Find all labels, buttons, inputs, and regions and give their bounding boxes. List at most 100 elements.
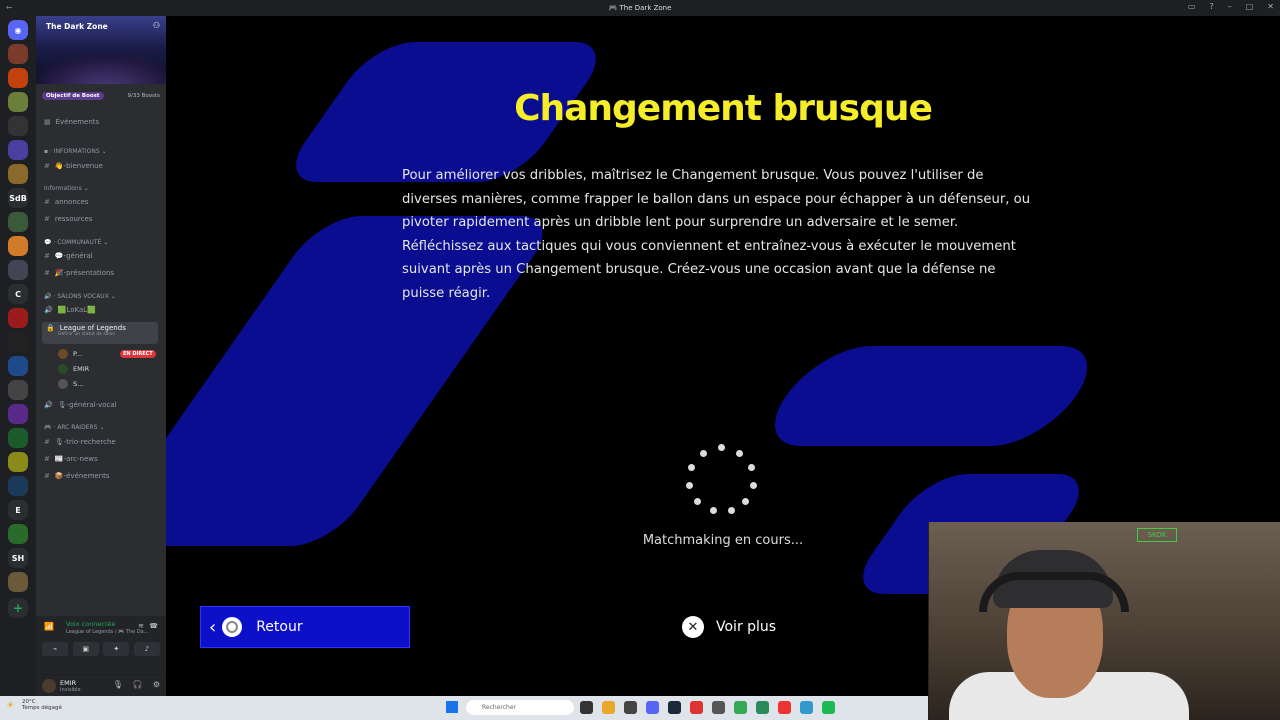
help-icon[interactable]: ? (1209, 2, 1213, 11)
server-icon[interactable] (8, 380, 28, 400)
windows-start-icon[interactable] (446, 701, 458, 713)
app-icon[interactable] (712, 701, 725, 714)
banner-art (36, 50, 166, 84)
steam-icon[interactable] (668, 701, 681, 714)
server-icon[interactable] (8, 164, 28, 184)
channel-general[interactable]: # 💬-général (44, 252, 93, 260)
task-view-icon[interactable] (580, 701, 593, 714)
voice-channel-lokal[interactable]: 🔊 🟩LoKaL🟩 (44, 306, 96, 314)
voice-channel-name[interactable]: League of Legends / 🎮 The Da... (66, 629, 148, 635)
server-icon[interactable] (8, 236, 28, 256)
minimize-icon[interactable]: – (1228, 2, 1232, 11)
weather-icon[interactable]: ☀ (6, 701, 14, 711)
server-banner[interactable]: The Dark Zone ⚇ (36, 16, 166, 84)
hash-icon: # (44, 162, 50, 170)
see-more-button[interactable]: ✕ Voir plus (682, 616, 776, 638)
app-icon[interactable] (756, 701, 769, 714)
events-link[interactable]: ▦ Événements (44, 118, 99, 126)
voice-user[interactable]: EMIR (58, 364, 89, 374)
neon-sign: SKOK (1137, 528, 1177, 542)
server-icon[interactable]: C (8, 284, 28, 304)
channel-label: 📦-événements (54, 472, 110, 480)
channel-annonces[interactable]: # annonces (44, 198, 89, 206)
back-button[interactable]: ‹ Retour (200, 606, 410, 648)
boost-goal[interactable]: Objectif de Boost 9/33 Boosts (42, 90, 160, 102)
weather-widget[interactable]: 20°C Temps dégagé (22, 699, 62, 711)
server-icon[interactable] (8, 116, 28, 136)
camera-button[interactable]: ⌁ (42, 642, 68, 656)
close-icon[interactable]: ✕ (1267, 2, 1274, 11)
server-icon[interactable] (8, 428, 28, 448)
headphones-icon[interactable]: 🎧 (133, 680, 143, 689)
channel-label: ressources (54, 215, 93, 223)
category-informations[interactable]: ▪ · INFORMATIONS ⌄ (44, 148, 107, 155)
disconnect-icon[interactable]: ☎ (149, 622, 158, 630)
channel-trio-recherche[interactable]: # 🎙-trio-recherche (44, 438, 116, 446)
server-icon[interactable] (8, 524, 28, 544)
back-icon[interactable]: ← (6, 3, 13, 12)
server-name[interactable]: The Dark Zone (46, 22, 108, 31)
app-icon[interactable] (778, 701, 791, 714)
microphone-icon[interactable]: 🎙 (113, 680, 123, 689)
maximize-icon[interactable]: □ (1246, 2, 1254, 11)
server-icon[interactable] (8, 452, 28, 472)
add-server-icon[interactable]: + (8, 598, 28, 618)
voice-user[interactable]: P... (58, 349, 82, 359)
voice-channel-general-vocal[interactable]: 🔊 🎙-général-vocal (44, 401, 117, 409)
settings-icon[interactable]: ⚙ (153, 680, 160, 689)
chrome-icon[interactable] (734, 701, 747, 714)
server-icon[interactable] (8, 212, 28, 232)
server-icon[interactable] (8, 44, 28, 64)
file-explorer-icon[interactable] (602, 701, 615, 714)
channel-bienvenue[interactable]: # 👋-bienvenue (44, 162, 103, 170)
category-informations-2[interactable]: Informations ⌄ (44, 185, 89, 192)
server-icon[interactable] (8, 68, 28, 88)
server-icon[interactable] (8, 92, 28, 112)
category-communaute[interactable]: 💬 · COMMUNAUTÉ ⌄ (44, 239, 108, 246)
channel-status-text[interactable]: Définir un statut de salon (58, 332, 154, 337)
server-icon[interactable] (8, 260, 28, 280)
lock-icon: 🔒 (46, 324, 55, 332)
category-label: COMMUNAUTÉ (57, 239, 102, 246)
voice-channel-league-of-legends[interactable]: 🔒 League of Legends Définir un statut de … (42, 322, 158, 344)
server-icon[interactable]: SH (8, 548, 28, 568)
channel-label: annonces (54, 198, 89, 206)
category-arc-raiders[interactable]: 🎮 · ARC RAIDERS ⌄ (44, 424, 104, 431)
taskbar-search[interactable]: Rechercher (466, 700, 574, 715)
category-salons-vocaux[interactable]: 🔊 · SALONS VOCAUX ⌄ (44, 293, 116, 300)
activities-button[interactable]: ✦ (103, 642, 130, 656)
soundboard-button[interactable]: ♪ (133, 642, 160, 656)
channel-arc-news[interactable]: # 📰-arc-news (44, 455, 98, 463)
channel-ressources[interactable]: # ressources (44, 215, 92, 223)
add-member-icon[interactable]: ⚇ (153, 21, 160, 30)
screen-share-button[interactable]: ▣ (72, 642, 99, 656)
discord-icon[interactable] (646, 701, 659, 714)
avatar (58, 379, 68, 389)
server-icon[interactable] (8, 572, 28, 592)
server-icon[interactable] (8, 140, 28, 160)
user-name: EMIR (73, 365, 90, 373)
chevron-left-icon: ‹ (209, 616, 217, 638)
server-icon[interactable] (8, 356, 28, 376)
server-icon[interactable] (8, 308, 28, 328)
server-icon[interactable] (8, 476, 28, 496)
taskbar-apps (580, 701, 835, 714)
voice-user[interactable]: S... (58, 379, 83, 389)
noise-suppression-icon[interactable]: ≋ (138, 622, 144, 630)
server-icon[interactable] (8, 332, 28, 352)
avatar[interactable] (42, 679, 56, 693)
app-icon[interactable] (624, 701, 637, 714)
channel-presentations[interactable]: # 🎉-présentations (44, 269, 114, 277)
see-more-label: Voir plus (716, 619, 777, 635)
server-icon[interactable]: E (8, 500, 28, 520)
server-icon[interactable] (8, 404, 28, 424)
discord-home-icon[interactable]: ◉ (8, 20, 28, 40)
app-icon[interactable] (690, 701, 703, 714)
inbox-icon[interactable]: ▭ (1188, 2, 1196, 11)
server-icon[interactable]: SdB (8, 188, 28, 208)
spotify-icon[interactable] (822, 701, 835, 714)
category-label: INFORMATIONS (53, 148, 100, 155)
channel-evenements[interactable]: # 📦-événements (44, 472, 110, 480)
app-icon[interactable] (800, 701, 813, 714)
signal-icon[interactable]: 📶 (44, 622, 54, 631)
